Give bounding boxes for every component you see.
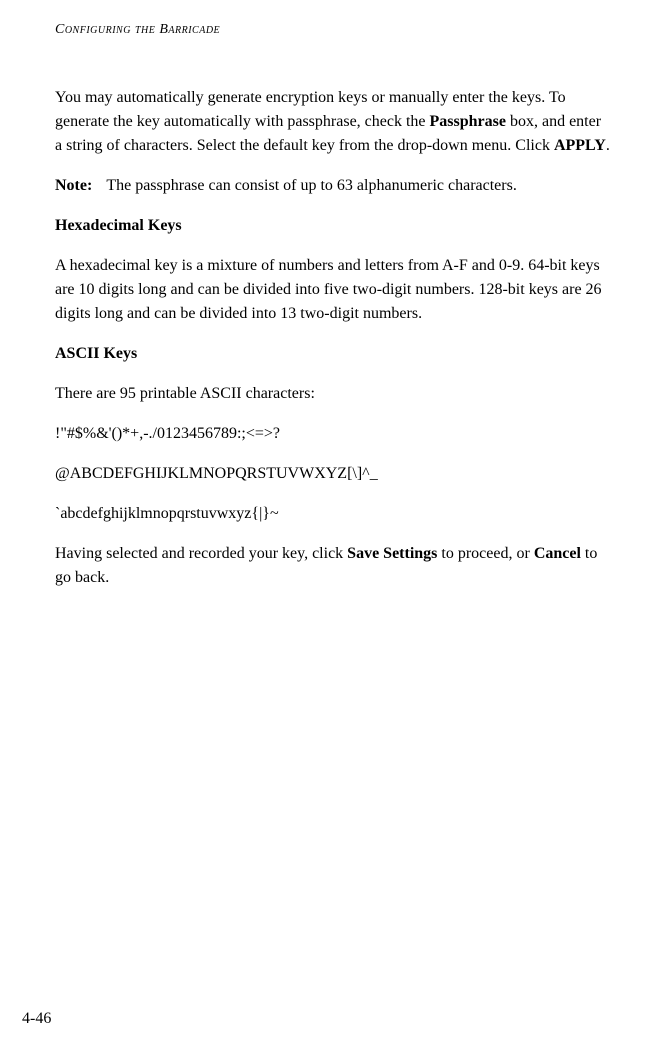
text-run: Having selected and recorded your key, c… (55, 545, 347, 562)
paragraph-hex: A hexadecimal key is a mixture of number… (55, 254, 610, 326)
bold-passphrase: Passphrase (430, 113, 506, 130)
paragraph-closing: Having selected and recorded your key, c… (55, 542, 610, 590)
ascii-row-3: `abcdefghijklmnopqrstuvwxyz{|}~ (55, 502, 610, 526)
note-text: The passphrase can consist of up to 63 a… (106, 174, 610, 198)
bold-save-settings: Save Settings (347, 545, 437, 562)
note-label: Note: (55, 174, 106, 198)
text-run: . (606, 137, 610, 154)
paragraph-intro: You may automatically generate encryptio… (55, 86, 610, 158)
note-block: Note: The passphrase can consist of up t… (55, 174, 610, 198)
page: Configuring the Barricade You may automa… (0, 0, 650, 1048)
heading-ascii-keys: ASCII Keys (55, 342, 610, 366)
running-header: Configuring the Barricade (55, 22, 610, 38)
ascii-row-2: @ABCDEFGHIJKLMNOPQRSTUVWXYZ[\]^_ (55, 462, 610, 486)
bold-apply: APPLY (554, 137, 606, 154)
paragraph-ascii-intro: There are 95 printable ASCII characters: (55, 382, 610, 406)
bold-cancel: Cancel (534, 545, 581, 562)
body-text: You may automatically generate encryptio… (55, 86, 610, 590)
heading-hex-keys: Hexadecimal Keys (55, 214, 610, 238)
ascii-row-1: !"#$%&'()*+,-./0123456789:;<=>? (55, 422, 610, 446)
page-number: 4-46 (22, 1010, 51, 1028)
text-run: to proceed, or (437, 545, 533, 562)
